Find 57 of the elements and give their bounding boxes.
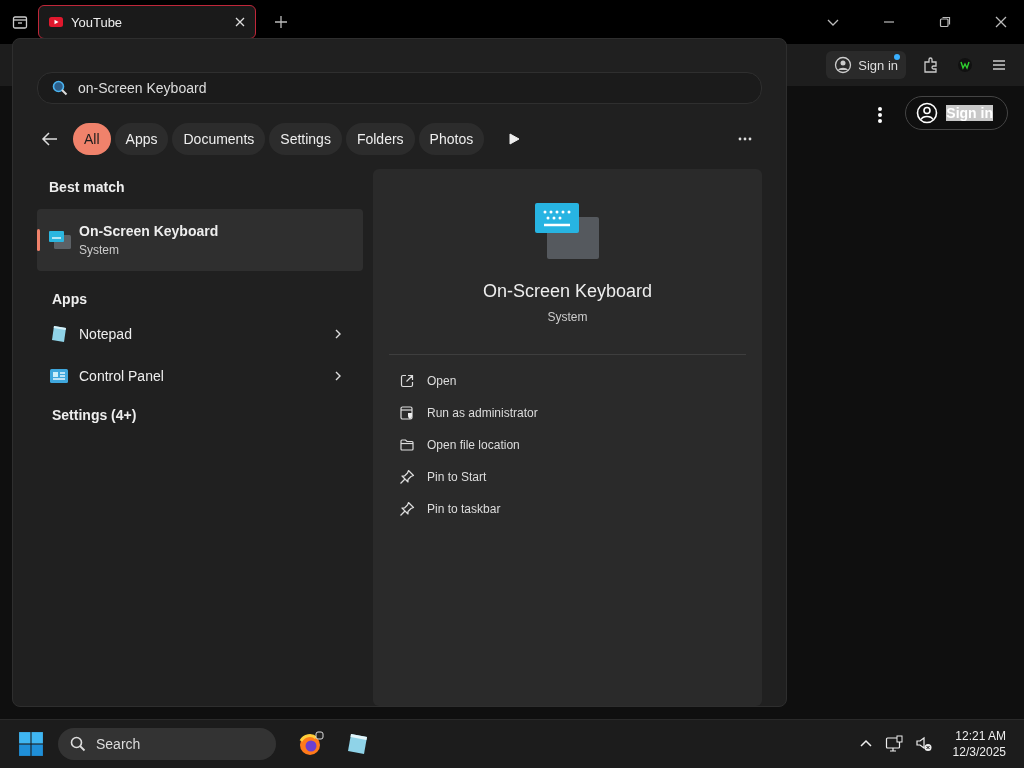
more-icon[interactable] — [738, 136, 752, 142]
filter-chip[interactable]: Apps — [114, 123, 169, 155]
control-panel-icon — [49, 366, 69, 386]
search-icon — [70, 736, 86, 752]
app-title: On-Screen Keyboard — [482, 281, 653, 302]
filter-chip[interactable]: Folders — [345, 123, 415, 155]
app-result-item[interactable]: Notepad — [37, 313, 363, 355]
clock-time[interactable]: 12:21 AM — [955, 729, 1006, 743]
sign-in-button[interactable]: Sign in — [826, 51, 906, 79]
open-external-icon — [399, 373, 415, 389]
restore-icon[interactable] — [938, 15, 952, 29]
keyboard-app-icon — [47, 228, 73, 252]
tab-list-icon[interactable] — [12, 14, 28, 30]
action-item[interactable]: Open file location — [389, 429, 746, 461]
section-heading: Best match — [48, 178, 126, 195]
action-item[interactable]: Pin to Start — [389, 461, 746, 493]
back-arrow-icon[interactable] — [41, 130, 59, 148]
network-icon[interactable] — [884, 735, 903, 753]
puzzle-icon[interactable] — [922, 56, 940, 74]
shield-window-icon — [399, 405, 415, 421]
user-icon — [834, 56, 853, 74]
result-item[interactable]: On-Screen Keyboard System — [37, 209, 363, 271]
section-heading: Apps — [51, 290, 88, 309]
tab-title: YouTube — [71, 14, 124, 30]
start-icon[interactable] — [18, 731, 44, 757]
action-item[interactable]: Open — [389, 365, 746, 397]
user-icon — [916, 102, 939, 124]
video-logo-icon — [49, 17, 63, 27]
browser-tab[interactable]: YouTube — [38, 5, 256, 39]
notepad-icon — [49, 324, 69, 344]
query-field[interactable]: on-Screen Keyboard — [37, 72, 762, 104]
close-icon[interactable] — [235, 17, 245, 27]
filter-chip[interactable]: All — [73, 123, 111, 155]
clock-date[interactable]: 12/3/2025 — [952, 745, 1006, 759]
close-icon[interactable] — [994, 15, 1008, 29]
chevron-right-icon[interactable] — [333, 371, 343, 381]
app-result-item[interactable]: Control Panel — [37, 355, 363, 397]
filter-chip[interactable]: Photos — [418, 123, 485, 155]
keyboard-app-icon — [534, 203, 601, 261]
pin-icon — [399, 501, 415, 517]
section-heading: Settings (4+) — [51, 406, 138, 423]
browser-app-icon[interactable] — [298, 731, 324, 757]
search-icon — [52, 80, 68, 96]
filter-chip[interactable]: Documents — [172, 123, 266, 155]
more-vertical-icon[interactable] — [877, 106, 884, 124]
taskbar-search-field[interactable]: Search — [58, 728, 276, 760]
new-tab-icon[interactable] — [274, 15, 288, 29]
extension-icon[interactable] — [956, 56, 974, 74]
action-item[interactable]: Run as administrator — [389, 397, 746, 429]
chevron-right-icon[interactable] — [333, 329, 343, 339]
play-icon[interactable] — [508, 133, 521, 145]
filter-chip[interactable]: Settings — [269, 123, 342, 155]
app-type: System — [547, 310, 588, 324]
muted-speaker-icon[interactable] — [914, 735, 933, 753]
action-item[interactable]: Pin to taskbar — [389, 493, 746, 525]
pin-icon — [399, 469, 415, 485]
folder-icon — [399, 437, 415, 453]
